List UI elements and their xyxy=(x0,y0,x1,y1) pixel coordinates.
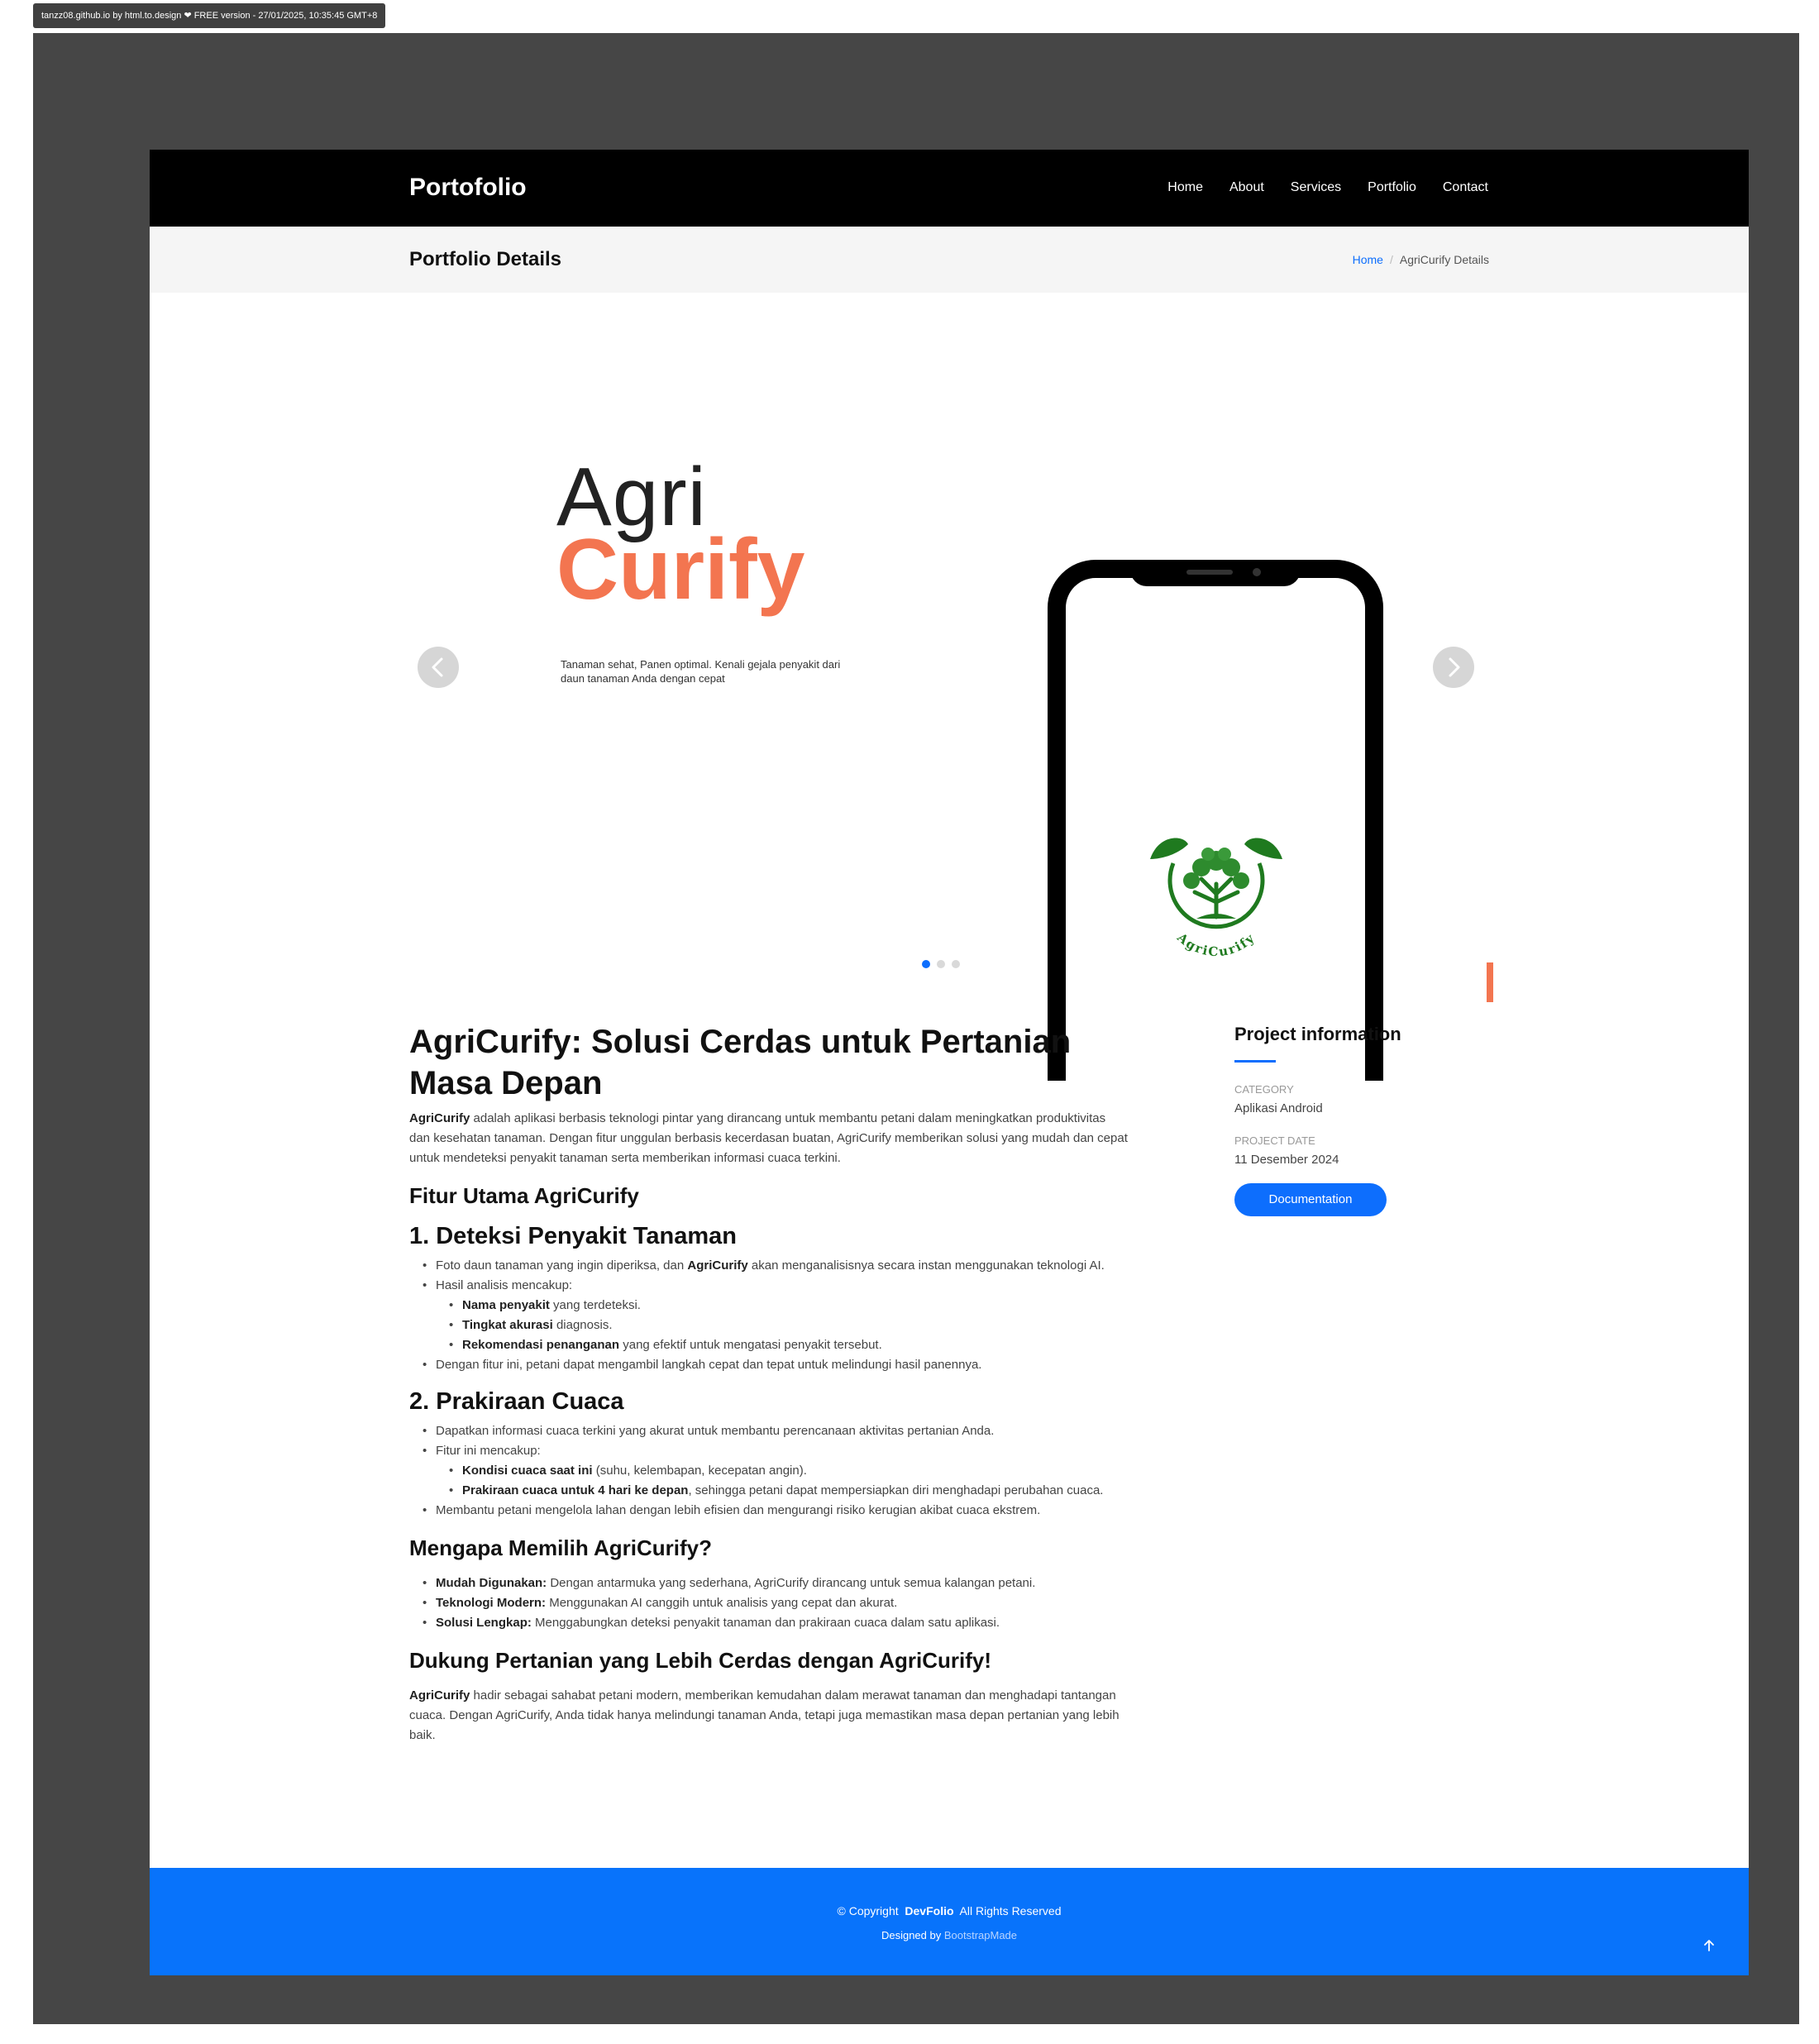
list-item: Kondisi cuaca saat ini (suhu, kelembapan… xyxy=(449,1461,1129,1481)
feature-2-sublist: Kondisi cuaca saat ini (suhu, kelembapan… xyxy=(436,1461,1129,1501)
list-item: Hasil analisis mencakup: Nama penyakit y… xyxy=(423,1276,1129,1355)
breadcrumb-bar: Portfolio Details Home / AgriCurify Detail… xyxy=(150,227,1749,293)
svg-text:AgriCurify: AgriCurify xyxy=(1174,929,1258,958)
breadcrumb-separator: / xyxy=(1389,253,1393,266)
list-item: Fitur ini mencakup: Kondisi cuaca saat i… xyxy=(423,1441,1129,1501)
article-title: AgriCurify: Solusi Cerdas untuk Pertania… xyxy=(409,1024,1072,1101)
title-underline xyxy=(1234,1060,1276,1063)
site-footer: © Copyright DevFolio All Rights Reserved… xyxy=(150,1868,1749,1975)
slide-tagline: Tanaman sehat, Panen optimal. Kenali gej… xyxy=(561,658,841,685)
list-item: Membantu petani mengelola lahan dengan l… xyxy=(423,1501,1129,1521)
feature-1-sublist: Nama penyakit yang terdeteksi. Tingkat a… xyxy=(436,1296,1129,1355)
chevron-right-icon xyxy=(1449,657,1460,677)
nav-home[interactable]: Home xyxy=(1167,179,1203,196)
project-info-panel: Project information Category Aplikasi An… xyxy=(1234,1022,1499,1216)
chevron-left-icon xyxy=(432,657,443,677)
slider-dot-1[interactable] xyxy=(922,960,930,968)
breadcrumb-home-link[interactable]: Home xyxy=(1353,253,1383,266)
breadcrumb: Home / AgriCurify Details xyxy=(1353,251,1489,268)
features-heading: Fitur Utama AgriCurify xyxy=(409,1183,639,1208)
list-item: Rekomendasi penanganan yang efektif untu… xyxy=(449,1335,1129,1355)
phone-screen: AgriCurify xyxy=(1048,560,1383,1081)
wordmark-curify: Curify xyxy=(556,522,805,618)
brand-logo[interactable]: Portofolio xyxy=(409,171,527,204)
portfolio-description: AgriCurify: Solusi Cerdas untuk Pertania… xyxy=(409,1021,1129,1746)
nav-services[interactable]: Services xyxy=(1291,179,1341,196)
feature-2-heading: 2. Prakiraan Cuaca xyxy=(409,1388,624,1415)
list-item: Prakiraan cuaca untuk 4 hari ke depan, s… xyxy=(449,1481,1129,1501)
feature-2-list: Dapatkan informasi cuaca terkini yang ak… xyxy=(409,1421,1129,1521)
project-date-label: Project Date xyxy=(1234,1134,1315,1147)
list-item: Dapatkan informasi cuaca terkini yang ak… xyxy=(423,1421,1129,1441)
slider-pagination xyxy=(922,960,960,968)
project-date-value: 11 Desember 2024 xyxy=(1234,1153,1339,1167)
nav-portfolio[interactable]: Portfolio xyxy=(1368,179,1416,196)
page-title: Portfolio Details xyxy=(409,248,562,270)
slider-next-button[interactable] xyxy=(1433,647,1474,688)
closing-heading: Dukung Pertanian yang Lebih Cerdas denga… xyxy=(409,1648,992,1673)
project-info-title: Project information xyxy=(1234,1024,1401,1044)
nav-contact[interactable]: Contact xyxy=(1443,179,1488,196)
list-item: Dengan fitur ini, petani dapat mengambil… xyxy=(423,1355,1129,1375)
intro-text: adalah aplikasi berbasis teknologi pinta… xyxy=(409,1111,1128,1165)
why-list: Mudah Digunakan: Dengan antarmuka yang s… xyxy=(409,1574,1129,1633)
phone-camera xyxy=(1253,568,1261,576)
list-item: Mudah Digunakan: Dengan antarmuka yang s… xyxy=(423,1574,1129,1593)
designed-by: Designed by BootstrapMade xyxy=(881,1929,1018,1941)
footer-brand: DevFolio xyxy=(905,1904,954,1917)
feature-1-heading: 1. Deteksi Penyakit Tanaman xyxy=(409,1223,737,1249)
category-value: Aplikasi Android xyxy=(1234,1101,1323,1115)
list-item: Nama penyakit yang terdeteksi. xyxy=(449,1296,1129,1316)
list-item: Foto daun tanaman yang ingin diperiksa, … xyxy=(423,1256,1129,1276)
intro-paragraph: AgriCurify adalah aplikasi berbasis tekn… xyxy=(409,1109,1129,1168)
agricurify-wordmark: Agri Curify xyxy=(556,456,804,613)
why-heading: Mengapa Memilih AgriCurify? xyxy=(409,1535,712,1560)
slider-dot-2[interactable] xyxy=(937,960,945,968)
copyright: © Copyright DevFolio All Rights Reserved xyxy=(837,1904,1062,1917)
main-nav: Home About Services Portfolio Contact xyxy=(1167,179,1488,196)
page: Portofolio Home About Services Portfolio… xyxy=(150,150,1749,1975)
screenshot-frame: Portofolio Home About Services Portfolio… xyxy=(33,33,1799,2024)
arrow-up-icon[interactable] xyxy=(1701,1937,1717,1954)
app-logo-text: AgriCurify xyxy=(1174,929,1257,958)
slider-dot-3[interactable] xyxy=(952,960,960,968)
designer-link[interactable]: BootstrapMade xyxy=(944,1929,1017,1941)
breadcrumb-current: AgriCurify Details xyxy=(1399,253,1489,266)
nav-about[interactable]: About xyxy=(1229,179,1264,196)
browser-badge: tanzz08.github.io by html.to.design ❤ FR… xyxy=(33,3,386,28)
slide-accent-bar xyxy=(1487,962,1493,1002)
list-item: Solusi Lengkap: Menggabungkan deteksi pe… xyxy=(423,1613,1129,1633)
site-header: Portofolio Home About Services Portfolio… xyxy=(150,150,1749,227)
phone-notch xyxy=(1130,560,1301,586)
slider-prev-button[interactable] xyxy=(418,647,459,688)
documentation-button[interactable]: Documentation xyxy=(1234,1183,1387,1216)
agricurify-app-logo: AgriCurify xyxy=(1150,838,1282,958)
portfolio-slider: Agri Curify Tanaman sehat, Panen optimal… xyxy=(409,365,1493,1081)
phone-speaker xyxy=(1186,570,1233,575)
feature-1-list: Foto daun tanaman yang ingin diperiksa, … xyxy=(409,1256,1129,1375)
category-label: Category xyxy=(1234,1083,1294,1096)
list-item: Tingkat akurasi diagnosis. xyxy=(449,1316,1129,1335)
closing-paragraph: AgriCurify hadir sebagai sahabat petani … xyxy=(409,1688,1120,1742)
list-item: Teknologi Modern: Menggunakan AI canggih… xyxy=(423,1593,1129,1613)
phone-mockup: AgriCurify xyxy=(1048,560,1383,1081)
intro-bold: AgriCurify xyxy=(409,1111,470,1125)
